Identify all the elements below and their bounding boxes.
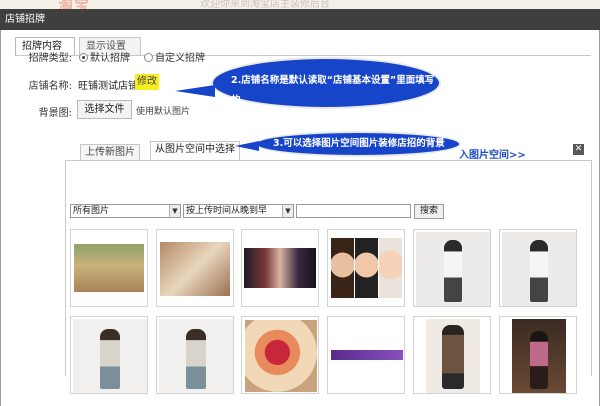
thumbnail-floral-painting[interactable] (241, 316, 319, 394)
chevron-down-icon: ▼ (169, 205, 180, 217)
category-select[interactable]: 所有图片 ▼ (70, 204, 181, 218)
thumbnail-vintage-room[interactable] (156, 229, 234, 307)
signboard-type-label: 招牌类型: (28, 53, 72, 64)
woman-dark-room-figure (530, 331, 548, 389)
thumbnail-woman-dark-room[interactable] (499, 316, 577, 394)
face-right-photo (379, 238, 402, 298)
background-page-strip: 淘宝 欢迎你来到淘宝店主装修后台 (0, 0, 600, 9)
search-input[interactable] (296, 204, 411, 218)
woman-coat-figure (442, 325, 464, 389)
callout-shop-name-line2: 也可以点击“修改”进行手动修改 (231, 115, 367, 126)
sort-select[interactable]: 按上传时间从晚到早 ▼ (183, 204, 294, 218)
thumbnail-dark-banner[interactable] (241, 229, 319, 307)
dialog-titlebar: 店铺招牌 (0, 9, 600, 30)
thumbnail-woman-white-top-2[interactable] (499, 229, 577, 307)
modify-shop-name-button[interactable]: 修改 (135, 74, 159, 90)
background-logo: 淘宝 (58, 0, 91, 9)
choose-file-button[interactable]: 选择文件 (77, 100, 132, 119)
radio-custom-label: 自定义招牌 (155, 53, 205, 64)
purple-banner-photo (331, 350, 403, 360)
radio-default-signboard[interactable]: 默认招牌 (79, 49, 130, 64)
close-icon[interactable]: ✕ (573, 144, 584, 155)
search-button[interactable]: 搜索 (414, 204, 444, 219)
chevron-down-icon: ▼ (282, 205, 293, 217)
thumbnail-house[interactable] (70, 229, 148, 307)
callout-shop-name: 2.店铺名称是默认读取“店铺基本设置”里面填写的 也可以点击“修改”进行手动修改 (175, 57, 441, 126)
shop-name-value: 旺铺测试店铺 (78, 81, 138, 92)
background-image-label: 背景图: (38, 108, 72, 119)
face-left-photo (331, 238, 354, 298)
woman-white-top-figure (444, 240, 462, 302)
radio-custom-signboard[interactable]: 自定义招牌 (144, 49, 205, 64)
face-middle-photo (355, 238, 378, 298)
thumbnail-purple-banner[interactable] (327, 316, 405, 394)
use-default-image-link[interactable]: 使用默认图片 (136, 104, 190, 117)
woman-striped-figure (100, 329, 120, 389)
floral-painting-photo (245, 320, 317, 392)
thumbnail-woman-striped[interactable] (70, 316, 148, 394)
thumbnail-woman-white-top[interactable] (413, 229, 491, 307)
radio-default-label: 默认招牌 (90, 53, 130, 64)
woman-white-top-figure (530, 240, 548, 302)
enter-image-space-link[interactable]: 入图片空间>> (459, 146, 526, 161)
vintage-room-photo (160, 242, 230, 296)
radio-unchecked-icon (144, 53, 153, 62)
thumbnail-woman-striped-2[interactable] (156, 316, 234, 394)
callout-image-space: 3.可以选择图片空间图片装修店招的背景 (235, 131, 461, 157)
radio-checked-icon (79, 53, 88, 62)
category-select-value: 所有图片 (73, 206, 110, 216)
dialog-title: 店铺招牌 (5, 14, 45, 25)
sort-select-value: 按上传时间从晚到早 (186, 206, 268, 216)
dark-banner-photo (244, 248, 316, 288)
thumbnail-woman-coat[interactable] (413, 316, 491, 394)
house-photo (74, 244, 144, 292)
thumbnail-faces[interactable] (327, 229, 405, 307)
background-faint-text: 欢迎你来到淘宝店主装修后台 (200, 0, 330, 9)
image-gallery: 所有图片 ▼ 按上传时间从晚到早 ▼ 搜索 (65, 160, 592, 394)
tab-choose-from-image-space[interactable]: 从图片空间中选择 (150, 141, 240, 162)
woman-striped-figure (186, 329, 206, 389)
callout-shop-name-line1: 2.店铺名称是默认读取“店铺基本设置”里面填写的 (231, 75, 435, 106)
callout-image-space-text: 3.可以选择图片空间图片装修店招的背景 (273, 138, 445, 149)
shop-name-label: 店铺名称: (28, 81, 72, 92)
